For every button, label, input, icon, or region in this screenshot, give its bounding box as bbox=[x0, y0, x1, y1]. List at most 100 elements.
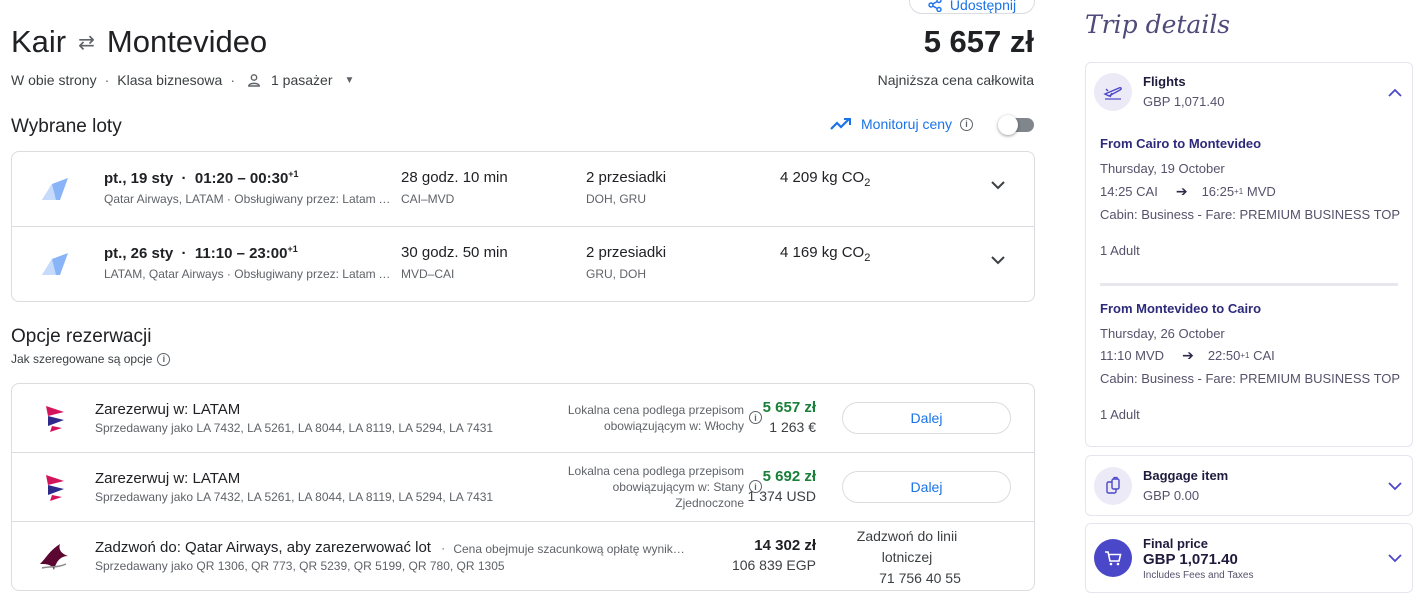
flight-route: MVD–CAI bbox=[401, 267, 455, 281]
leg-divider bbox=[1100, 283, 1398, 286]
selected-flights-title: Wybrane loty bbox=[11, 116, 122, 137]
fee-note: Cena obejmuje szacunkową opłatę wynikają… bbox=[453, 542, 686, 556]
final-price-note: Includes Fees and Taxes bbox=[1143, 570, 1254, 581]
trip-meta: W obie strony · Klasa biznesowa · 1 pasa… bbox=[11, 72, 355, 88]
track-prices[interactable]: Monitoruj ceny i bbox=[829, 116, 974, 132]
share-icon bbox=[928, 0, 942, 12]
booking-flight-numbers: Sprzedawany jako LA 7432, LA 5261, LA 80… bbox=[95, 421, 494, 435]
info-icon[interactable]: i bbox=[960, 117, 974, 131]
flight-airlines: LATAM, Qatar Airways · Obsługiwany przez… bbox=[104, 267, 394, 281]
google-flights-pane: Udostępnij Kair ⇄ Montevideo 5 657 zł Na… bbox=[0, 0, 1046, 604]
track-prices-label: Monitoruj ceny bbox=[861, 116, 953, 132]
qatar-airways-logo-icon bbox=[40, 544, 68, 570]
ranking-info[interactable]: Jak szeregowane są opcje i bbox=[11, 352, 171, 366]
flight-emissions: 4 209 kg CO2 bbox=[780, 169, 871, 189]
flight-row[interactable]: pt., 19 sty · 01:20 – 00:30+1 Qatar Airw… bbox=[12, 152, 1034, 227]
flight-route: CAI–MVD bbox=[401, 192, 455, 206]
flight-airlines: Qatar Airways, LATAM · Obsługiwany przez… bbox=[104, 192, 394, 206]
route-title: Kair ⇄ Montevideo bbox=[11, 24, 267, 60]
trip-type: W obie strony bbox=[11, 72, 97, 88]
booking-price: 14 302 zł bbox=[754, 537, 816, 554]
leg-title: From Montevideo to Cairo bbox=[1100, 301, 1262, 316]
share-button[interactable]: Udostępnij bbox=[909, 0, 1035, 14]
latam-logo-icon bbox=[46, 406, 64, 432]
booking-flight-numbers: Sprzedawany jako LA 7432, LA 5261, LA 80… bbox=[95, 490, 494, 504]
booking-options-card: Zarezerwuj w: LATAM Sprzedawany jako LA … bbox=[11, 383, 1035, 591]
flight-duration: 30 godz. 50 min bbox=[401, 244, 508, 261]
booking-title: Zarezerwuj w: LATAM bbox=[95, 401, 241, 418]
final-price-panel[interactable]: Final price GBP 1,071.40 Includes Fees a… bbox=[1085, 523, 1413, 593]
leg-passengers: 1 Adult bbox=[1100, 407, 1140, 422]
chevron-down-icon[interactable] bbox=[990, 255, 1006, 265]
flight-row[interactable]: pt., 26 sty · 11:10 – 23:00+1 LATAM, Qat… bbox=[12, 227, 1034, 302]
info-icon[interactable]: i bbox=[749, 411, 762, 424]
booking-flight-numbers: Sprzedawany jako QR 1306, QR 773, QR 523… bbox=[95, 559, 505, 573]
continue-button[interactable]: Dalej bbox=[842, 402, 1011, 434]
continue-button[interactable]: Dalej bbox=[842, 471, 1011, 503]
flight-schedule: pt., 26 sty · 11:10 – 23:00+1 bbox=[104, 244, 298, 262]
cart-icon bbox=[1094, 539, 1132, 577]
arrow-right-icon: ➔ bbox=[1175, 183, 1188, 199]
flight-stops: 2 przesiadki bbox=[586, 169, 667, 186]
local-price-note: Lokalna cena podlega przepisom obowiązuj… bbox=[568, 402, 762, 434]
cabin-class: Klasa biznesowa bbox=[117, 72, 223, 88]
airline-tail-icon bbox=[42, 253, 68, 275]
leg-times: 14:25 CAI ➔ 16:25 +1 MVD bbox=[1100, 183, 1276, 199]
booking-local-price: 106 839 EGP bbox=[731, 557, 816, 573]
destination-city: Montevideo bbox=[106, 24, 268, 59]
leg-cabin: Cabin: Business - Fare: PREMIUM BUSINESS… bbox=[1100, 371, 1401, 386]
leg-times: 11:10 MVD ➔ 22:50 +1 CAI bbox=[1100, 347, 1275, 363]
flights-panel: Flights GBP 1,071.40 From Cairo to Monte… bbox=[1085, 62, 1413, 447]
flights-price: GBP 1,071.40 bbox=[1143, 94, 1225, 109]
chevron-down-icon[interactable] bbox=[1388, 482, 1402, 491]
baggage-icon bbox=[1094, 467, 1132, 505]
flight-stops: 2 przesiadki bbox=[586, 244, 667, 261]
final-price-value: GBP 1,071.40 bbox=[1143, 551, 1238, 568]
airline-phone[interactable]: 71 756 40 55 bbox=[842, 568, 972, 589]
selected-flights-card: pt., 19 sty · 01:20 – 00:30+1 Qatar Airw… bbox=[11, 151, 1035, 302]
leg-title: From Cairo to Montevideo bbox=[1100, 136, 1262, 151]
share-label: Udostępnij bbox=[949, 0, 1017, 13]
flight-via: GRU, DOH bbox=[586, 267, 646, 281]
ranking-info-label: Jak szeregowane są opcje bbox=[11, 352, 153, 366]
plane-icon bbox=[1094, 73, 1132, 111]
booking-option: Zarezerwuj w: LATAM Sprzedawany jako LA … bbox=[12, 384, 1034, 453]
trip-details-pane: Trip details Flights GBP 1,071.40 From C… bbox=[1072, 0, 1422, 604]
arrow-right-icon: ➔ bbox=[1182, 347, 1194, 363]
round-trip-arrows-icon: ⇄ bbox=[78, 31, 95, 54]
flight-duration: 28 godz. 10 min bbox=[401, 169, 508, 186]
leg-date: Thursday, 26 October bbox=[1100, 326, 1225, 341]
local-price-note: Lokalna cena podlega przepisom obowiązuj… bbox=[568, 463, 762, 511]
chevron-down-icon[interactable] bbox=[990, 180, 1006, 190]
airline-tail-icon bbox=[42, 178, 68, 200]
flights-label: Flights bbox=[1143, 74, 1186, 89]
booking-title: Zadzwoń do: Qatar Airways, aby zarezerwo… bbox=[95, 539, 686, 556]
person-icon bbox=[248, 74, 260, 87]
baggage-price: GBP 0.00 bbox=[1143, 488, 1200, 503]
total-price: 5 657 zł bbox=[923, 24, 1034, 59]
track-prices-toggle[interactable] bbox=[998, 115, 1036, 135]
dropdown-caret-icon[interactable]: ▼ bbox=[344, 75, 354, 86]
call-airline-info: Zadzwoń do linii lotniczej 71 756 40 55 bbox=[842, 526, 972, 589]
passenger-selector[interactable]: 1 pasażer bbox=[271, 72, 332, 88]
trip-details-title: Trip details bbox=[1085, 10, 1231, 39]
booking-title: Zarezerwuj w: LATAM bbox=[95, 470, 241, 487]
booking-local-price: 1 374 USD bbox=[747, 488, 816, 504]
flight-emissions: 4 169 kg CO2 bbox=[780, 244, 871, 264]
booking-local-price: 1 263 € bbox=[769, 419, 816, 435]
chevron-up-icon[interactable] bbox=[1388, 88, 1402, 97]
baggage-panel[interactable]: Baggage item GBP 0.00 bbox=[1085, 455, 1413, 516]
baggage-label: Baggage item bbox=[1143, 468, 1229, 483]
info-icon[interactable]: i bbox=[157, 352, 171, 366]
leg-date: Thursday, 19 October bbox=[1100, 161, 1225, 176]
total-price-label: Najniższa cena całkowita bbox=[877, 72, 1034, 88]
booking-option: Zadzwoń do: Qatar Airways, aby zarezerwo… bbox=[12, 522, 1034, 591]
booking-price: 5 692 zł bbox=[762, 468, 816, 485]
flight-via: DOH, GRU bbox=[586, 192, 646, 206]
booking-option: Zarezerwuj w: LATAM Sprzedawany jako LA … bbox=[12, 453, 1034, 522]
booking-options-title: Opcje rezerwacji bbox=[11, 326, 152, 347]
final-price-label: Final price bbox=[1143, 536, 1209, 551]
chevron-down-icon[interactable] bbox=[1388, 554, 1402, 563]
origin-city: Kair bbox=[11, 24, 67, 59]
leg-cabin: Cabin: Business - Fare: PREMIUM BUSINESS… bbox=[1100, 207, 1401, 222]
